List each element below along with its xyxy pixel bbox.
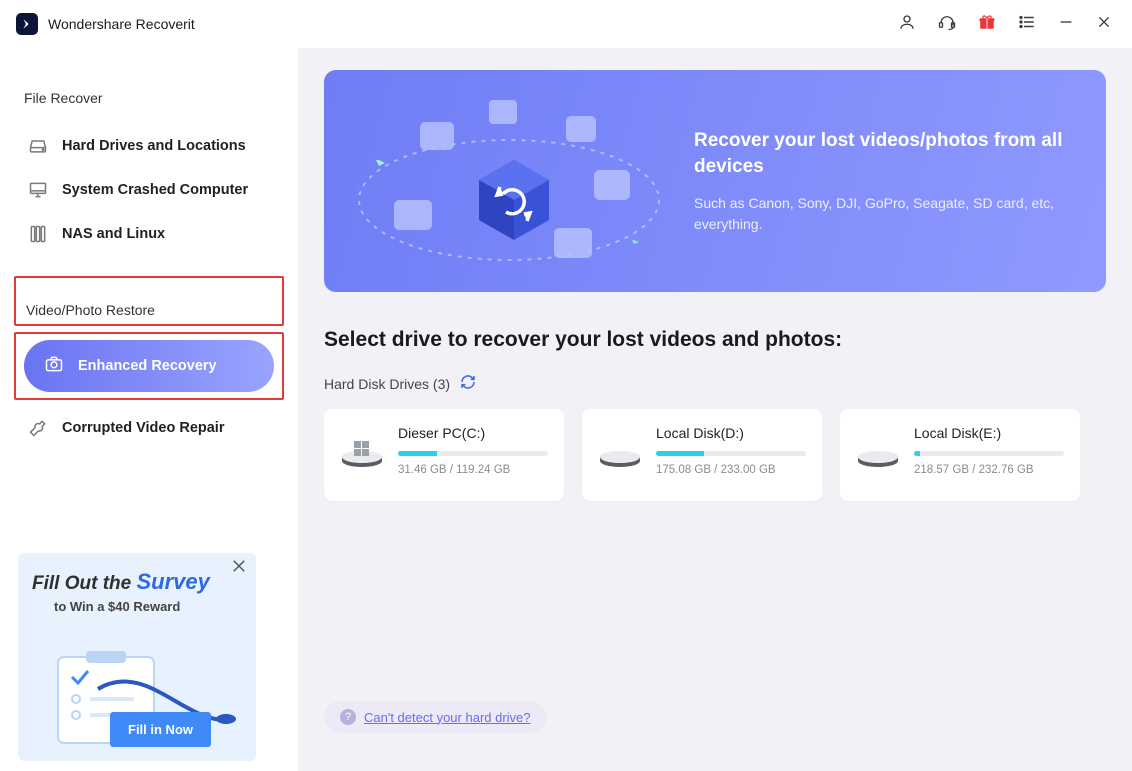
main-heading: Select drive to recover your lost videos… [324, 328, 1106, 352]
app-logo-icon [16, 13, 38, 35]
hdd-os-icon [340, 429, 384, 469]
hdd-icon [856, 429, 900, 469]
sidebar-item-enhanced-recovery[interactable]: Enhanced Recovery [24, 340, 274, 392]
promo-headline-accent: Survey [137, 569, 210, 594]
monitor-icon [28, 180, 48, 200]
account-icon[interactable] [898, 13, 916, 36]
title-bar: Wondershare Recoverit [0, 0, 1132, 48]
close-button[interactable] [1096, 14, 1112, 35]
minimize-button[interactable] [1058, 14, 1074, 35]
sidebar-item-label: Corrupted Video Repair [62, 420, 224, 436]
promo-card: Fill Out the Survey to Win a $40 Reward … [18, 553, 256, 761]
headset-icon[interactable] [938, 13, 956, 36]
banner-illustration [324, 70, 694, 292]
drive-size-text: 31.46 GB / 119.24 GB [398, 464, 548, 476]
drives-count-label: Hard Disk Drives (3) [324, 376, 450, 392]
drive-size-text: 175.08 GB / 233.00 GB [656, 464, 806, 476]
drives-section-header: Hard Disk Drives (3) [324, 374, 1106, 393]
title-bar-left: Wondershare Recoverit [16, 13, 195, 35]
drive-usage-bar [398, 451, 548, 456]
hdd-icon [598, 429, 642, 469]
highlight-box-section: Video/Photo Restore [14, 276, 284, 326]
drive-card-e[interactable]: Local Disk(E:) 218.57 GB / 232.76 GB [840, 409, 1080, 501]
drive-name: Local Disk(E:) [914, 425, 1064, 441]
drive-cards-row: Dieser PC(C:) 31.46 GB / 119.24 GB Local… [324, 409, 1106, 501]
title-bar-right [898, 13, 1112, 36]
cant-detect-link[interactable]: Can't detect your hard drive? [364, 710, 531, 725]
nas-icon [28, 224, 48, 244]
refresh-icon[interactable] [460, 374, 476, 393]
drive-name: Dieser PC(C:) [398, 425, 548, 441]
sidebar-item-label: NAS and Linux [62, 226, 165, 242]
promo-headline-prefix: Fill Out the [32, 573, 137, 594]
promo-subline: to Win a $40 Reward [32, 599, 242, 614]
banner-title: Recover your lost videos/photos from all… [694, 128, 1066, 179]
drive-card-d[interactable]: Local Disk(D:) 175.08 GB / 233.00 GB [582, 409, 822, 501]
sidebar-item-label: Enhanced Recovery [78, 358, 217, 374]
drive-usage-bar [656, 451, 806, 456]
sidebar-section-file: File Recover [14, 78, 284, 124]
sidebar-item-label: Hard Drives and Locations [62, 138, 246, 154]
wrench-icon [28, 418, 48, 438]
main-content: Recover your lost videos/photos from all… [298, 48, 1132, 771]
drive-usage-fill [656, 451, 704, 456]
promo-close-icon[interactable] [230, 557, 248, 580]
sidebar-item-crashed[interactable]: System Crashed Computer [14, 168, 284, 212]
footer-help-chip: ? Can't detect your hard drive? [324, 701, 547, 733]
drive-card-c[interactable]: Dieser PC(C:) 31.46 GB / 119.24 GB [324, 409, 564, 501]
question-icon: ? [340, 709, 356, 725]
drive-size-text: 218.57 GB / 232.76 GB [914, 464, 1064, 476]
hard-drive-icon [28, 136, 48, 156]
drive-name: Local Disk(D:) [656, 425, 806, 441]
camera-icon [44, 354, 64, 378]
sidebar-item-label: System Crashed Computer [62, 182, 248, 198]
drive-usage-fill [398, 451, 437, 456]
sidebar-item-drives[interactable]: Hard Drives and Locations [14, 124, 284, 168]
sidebar-item-corrupted-repair[interactable]: Corrupted Video Repair [14, 406, 284, 450]
menu-list-icon[interactable] [1018, 13, 1036, 36]
gift-icon[interactable] [978, 13, 996, 36]
app-title: Wondershare Recoverit [48, 16, 195, 32]
banner-subtitle: Such as Canon, Sony, DJI, GoPro, Seagate… [694, 193, 1066, 234]
promo-headline: Fill Out the Survey [32, 569, 242, 595]
drive-usage-fill [914, 451, 920, 456]
promo-cta-button[interactable]: Fill in Now [110, 712, 211, 747]
highlight-box-item: Enhanced Recovery [14, 332, 284, 400]
sidebar: File Recover Hard Drives and Locations S… [0, 48, 298, 771]
hero-banner: Recover your lost videos/photos from all… [324, 70, 1106, 292]
drive-usage-bar [914, 451, 1064, 456]
sidebar-section-video: Video/Photo Restore [16, 278, 282, 324]
sidebar-item-nas[interactable]: NAS and Linux [14, 212, 284, 256]
